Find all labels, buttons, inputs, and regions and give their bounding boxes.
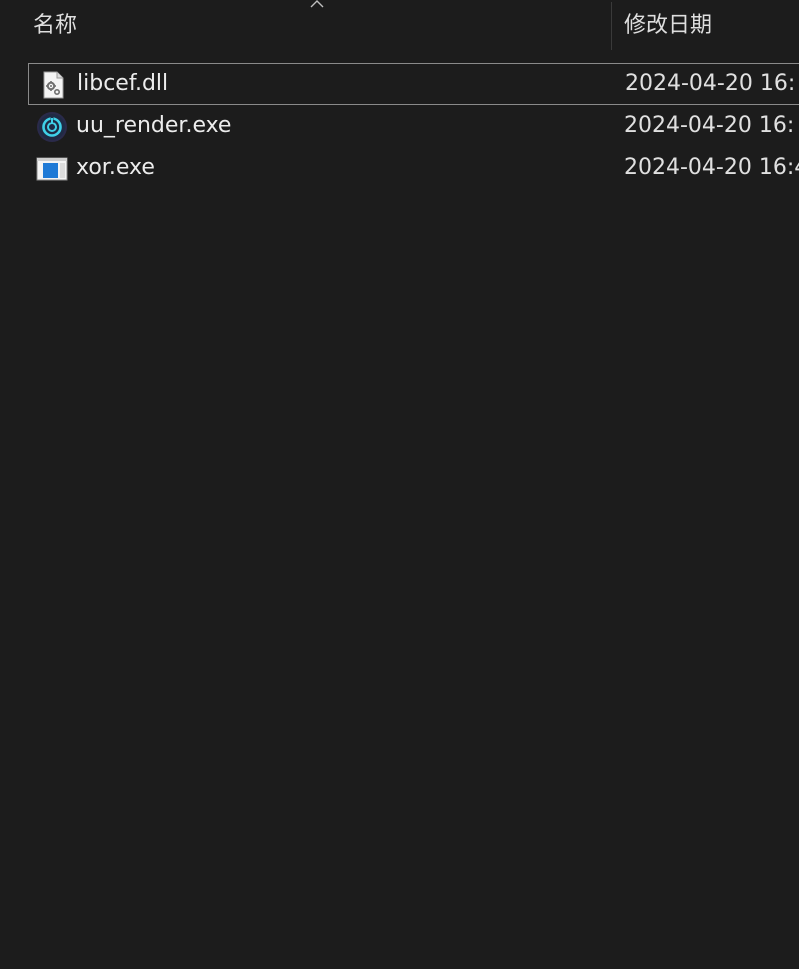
file-row-libcef-dll[interactable]: libcef.dll 2024-04-20 16: bbox=[28, 63, 799, 105]
file-name: libcef.dll bbox=[77, 71, 169, 96]
file-name: xor.exe bbox=[76, 155, 155, 180]
file-name: uu_render.exe bbox=[76, 113, 232, 138]
uu-app-icon bbox=[37, 112, 67, 142]
file-date-modified: 2024-04-20 16: bbox=[625, 71, 796, 96]
file-list: libcef.dll 2024-04-20 16: uu_render.exe … bbox=[0, 63, 799, 189]
file-date-modified: 2024-04-20 16: bbox=[624, 113, 795, 138]
column-divider[interactable] bbox=[611, 2, 612, 50]
column-header-name[interactable]: 名称 bbox=[33, 0, 603, 52]
column-header-bar: 名称 修改日期 bbox=[0, 0, 799, 52]
exe-window-icon bbox=[36, 157, 68, 181]
file-date-modified: 2024-04-20 16:4 bbox=[624, 155, 799, 180]
file-row-xor-exe[interactable]: xor.exe 2024-04-20 16:4 bbox=[0, 147, 799, 189]
dll-settings-file-icon bbox=[43, 71, 64, 99]
file-explorer-view: 名称 修改日期 libcef.dll 2024-04-20 16: uu_ren… bbox=[0, 0, 799, 969]
file-row-uu-render-exe[interactable]: uu_render.exe 2024-04-20 16: bbox=[0, 105, 799, 147]
column-header-date-modified[interactable]: 修改日期 bbox=[624, 0, 799, 52]
